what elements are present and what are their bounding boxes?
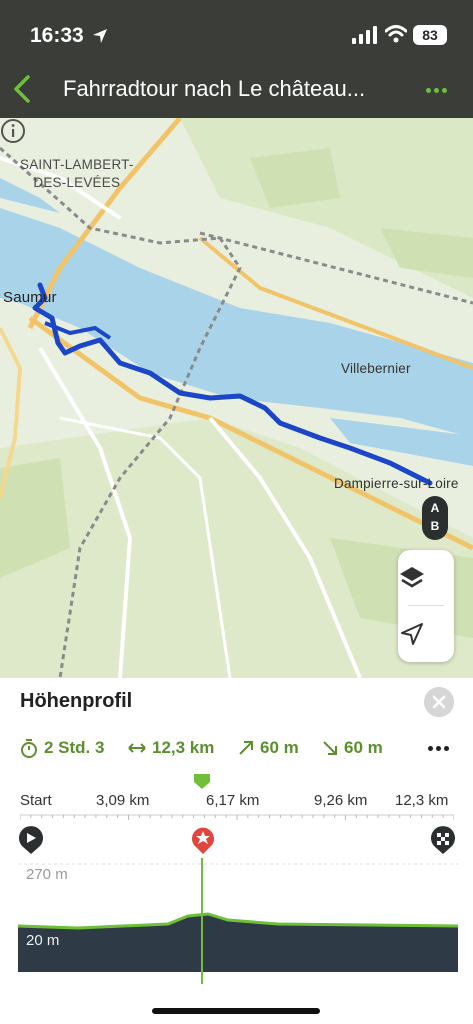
route-endpoint-marker[interactable]: A B <box>422 496 448 540</box>
locate-me-icon[interactable] <box>398 620 426 648</box>
page-title: Fahrradtour nach Le château... <box>63 76 366 101</box>
stats-more-button[interactable] <box>428 746 449 751</box>
y-axis-min-label: 20 m <box>26 932 60 949</box>
map-label-saint-lambert: SAINT-LAMBERT- DES-LEVÉES <box>20 157 134 190</box>
status-bar: 16:33 83 <box>0 0 473 70</box>
info-icon[interactable] <box>0 118 26 144</box>
y-axis-max-label: 270 m <box>26 866 68 883</box>
battery-indicator: 83 <box>413 25 447 45</box>
descent-arrow-icon <box>323 741 337 755</box>
distance-ruler <box>20 814 454 820</box>
home-indicator[interactable] <box>152 1008 320 1014</box>
map-controls <box>398 550 454 662</box>
stats-row: 2 Std. 3 12,3 km 60 m 60 m <box>20 738 460 762</box>
top-bar: 16:33 83 Fahrradtour nach Le château... <box>0 0 473 118</box>
map-label-saumur: Saumur <box>3 289 57 306</box>
distance-axis: Start 3,09 km 6,17 km 9,26 km 12,3 km <box>0 792 473 814</box>
status-time: 16:33 <box>30 24 84 47</box>
map-label-villebernier: Villebernier <box>341 361 411 376</box>
start-flag-icon <box>19 826 43 854</box>
location-arrow-icon <box>93 29 107 43</box>
axis-label-3: 9,26 km <box>314 792 368 809</box>
axis-label-end: 12,3 km <box>395 792 449 809</box>
close-button[interactable] <box>424 687 454 717</box>
stopwatch-icon <box>21 739 37 758</box>
stat-duration: 2 Std. 3 <box>20 738 104 758</box>
axis-label-1: 3,09 km <box>96 792 150 809</box>
more-options-button[interactable] <box>426 80 450 100</box>
elevation-chart[interactable] <box>18 858 458 988</box>
finish-flag-icon <box>431 826 455 854</box>
map-view[interactable]: SAINT-LAMBERT- DES-LEVÉES Saumur Villebe… <box>0 118 473 678</box>
ascent-arrow-icon <box>239 741 253 755</box>
distance-arrows-icon <box>128 743 146 753</box>
position-pin-icon[interactable] <box>192 772 212 790</box>
wifi-icon <box>385 25 407 43</box>
stat-distance: 12,3 km <box>128 738 214 758</box>
cellular-signal-icon <box>352 26 377 44</box>
current-position-marker-icon <box>192 827 214 854</box>
sheet-title: Höhenprofil <box>20 690 133 712</box>
map-label-dampierre: Dampierre-sur-Loire <box>334 476 459 491</box>
stat-descent: 60 m <box>322 738 383 758</box>
stat-ascent: 60 m <box>238 738 299 758</box>
elevation-sheet: Höhenprofil 2 Std. 3 12,3 km 60 m 60 m S… <box>0 678 473 1024</box>
axis-label-2: 6,17 km <box>206 792 260 809</box>
back-button[interactable] <box>10 74 34 104</box>
layers-icon[interactable] <box>398 564 426 592</box>
axis-label-start: Start <box>20 792 52 809</box>
